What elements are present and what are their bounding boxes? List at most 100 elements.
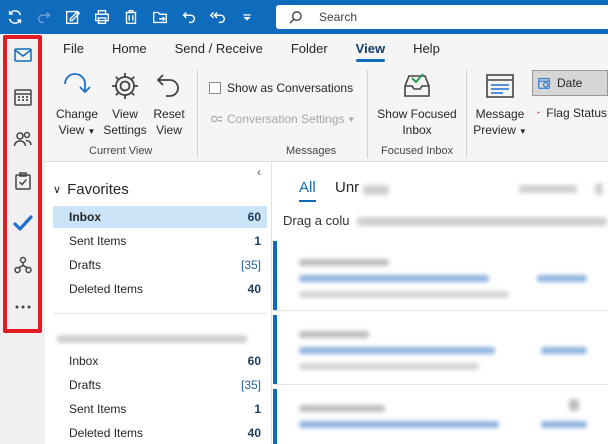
group-label-current-view: Current View [89,145,153,157]
focused-inbox-icon [404,73,430,97]
change-view-label-1: Change [55,107,99,121]
undo-icon[interactable] [174,0,203,34]
change-view-icon [64,73,91,94]
folder-count: 1 [254,234,261,248]
folder-count: 60 [247,210,261,224]
folder-count: 40 [247,426,261,440]
mail-icon[interactable] [0,34,45,76]
ribbon-separator [367,70,368,158]
calendar-icon[interactable] [0,76,45,118]
redacted-hint [357,217,607,226]
redacted-date [541,347,587,354]
reset-view-label-1: Reset [153,107,185,121]
tab-folder[interactable]: Folder [277,34,342,64]
favorites-label: Favorites [67,181,129,198]
change-view-button[interactable]: Change View ▼ [55,70,99,140]
delete-icon[interactable] [116,0,145,34]
account-drafts[interactable]: Drafts [35] [53,374,267,396]
checkbox-box [209,82,221,94]
unread-indicator [273,241,277,310]
print-icon[interactable] [87,0,116,34]
ribbon-separator [197,70,198,158]
folder-pane: ‹ ∨ Favorites Inbox 60 Sent Items 1 Draf… [45,163,272,444]
folder-name: Inbox [69,354,99,368]
title-bar: Search [0,0,608,34]
unread-indicator [273,389,277,444]
reset-view-button[interactable]: Reset View [149,70,189,138]
move-icon[interactable] [145,0,174,34]
show-focused-inbox-label-1: Show Focused [377,107,457,121]
message-list: All Unr Drag a colu [273,163,608,444]
tab-help[interactable]: Help [399,34,454,64]
arrangement-gallery: Date Flag Status [532,70,608,130]
conversation-settings-icon [211,115,223,123]
tab-view[interactable]: View [342,34,399,64]
redacted-date [537,275,587,282]
nav-rail [0,34,45,444]
redo-icon[interactable] [29,0,58,34]
redacted-sender [299,405,385,412]
folder-name: Drafts [69,378,102,392]
redacted-subject [299,347,495,354]
folder-name: Sent Items [69,402,127,416]
redacted-sender [299,331,369,338]
undo-all-icon[interactable] [203,0,232,34]
search-box[interactable]: Search [276,5,608,29]
folder-name: Drafts [69,258,102,272]
account-inbox[interactable]: Inbox 60 [53,350,267,372]
folder-count: 40 [247,282,261,296]
message-item[interactable] [273,315,608,385]
redacted-subject [299,421,499,428]
favorite-sent-items[interactable]: Sent Items 1 [53,230,267,252]
view-settings-label-1: View [112,107,138,121]
show-focused-inbox-button[interactable]: Show Focused Inbox [375,70,459,138]
arrange-by-flag-status[interactable]: Flag Status [532,100,608,126]
date-icon [538,78,550,89]
search-placeholder: Search [319,10,358,24]
message-item[interactable] [273,241,608,311]
message-item[interactable] [273,389,608,444]
folder-name: Sent Items [69,234,127,248]
arrange-by-date[interactable]: Date [532,70,608,96]
customize-icon[interactable] [232,0,261,34]
tab-all[interactable]: All [299,179,316,202]
reset-view-label-2: View [156,123,182,137]
favorite-deleted-items[interactable]: Deleted Items 40 [53,278,267,300]
change-view-label-2: View [58,123,85,137]
conversation-settings-button[interactable]: Conversation Settings ▼ [209,112,355,126]
conversation-settings-label: Conversation Settings [227,112,345,126]
more-icon[interactable] [0,286,45,328]
favorite-inbox[interactable]: Inbox 60 [53,206,267,228]
message-preview-button[interactable]: Message Preview ▼ [473,70,527,140]
redacted-icon [569,399,579,411]
show-focused-inbox-label-2: Inbox [402,123,432,137]
groups-icon[interactable] [0,244,45,286]
account-sent-items[interactable]: Sent Items 1 [53,398,267,420]
ribbon: Change View ▼ View Settings Reset View Cu… [45,64,608,162]
collapse-pane-icon[interactable]: ‹ [257,165,261,179]
tab-unread[interactable]: Unr [335,179,359,196]
favorites-header[interactable]: ∨ Favorites [53,181,129,198]
redacted-sort [519,185,577,193]
view-settings-button[interactable]: View Settings [101,70,149,138]
redacted-sort-arrow [595,183,603,195]
group-label-focused-inbox: Focused Inbox [381,145,454,157]
sync-icon[interactable] [0,0,29,34]
account-deleted-items[interactable]: Deleted Items 40 [53,422,267,444]
people-icon[interactable] [0,118,45,160]
tab-home[interactable]: Home [98,34,161,64]
search-icon [289,10,302,24]
redacted-preview [299,363,479,370]
tasks-icon[interactable] [0,160,45,202]
compose-icon[interactable] [58,0,87,34]
tab-file[interactable]: File [45,34,98,64]
folder-count: [35] [240,378,261,392]
folder-name: Inbox [69,210,101,224]
tab-send-receive[interactable]: Send / Receive [161,34,277,64]
show-as-conversations-checkbox[interactable]: Show as Conversations [209,81,353,95]
drag-hint: Drag a colu [283,213,349,228]
chevron-down-icon: ▼ [518,127,527,136]
ribbon-tabs: File Home Send / Receive Folder View Hel… [45,34,608,64]
favorite-drafts[interactable]: Drafts [35] [53,254,267,276]
todo-icon[interactable] [0,202,45,244]
